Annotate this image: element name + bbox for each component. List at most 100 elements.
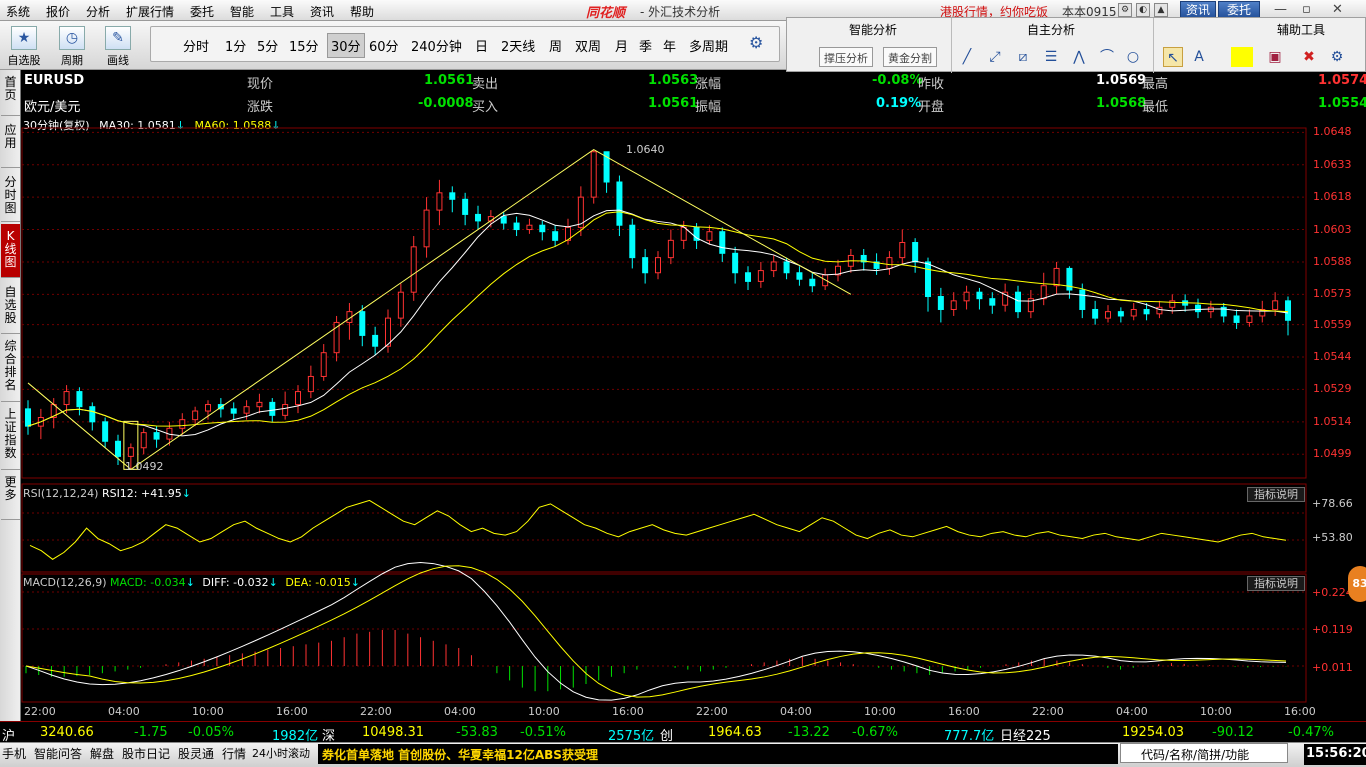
skin-icon[interactable]: ◐ xyxy=(1136,3,1150,17)
sidebar-intraday[interactable]: 分时图 xyxy=(1,170,20,222)
analysis-panel: 智能分析 自主分析 辅助工具 撑压分析 黄金分割 ╱ ⤢ ⧄ ☰ ⋀ ⌒ ○ ↖… xyxy=(786,17,1366,73)
period-2day[interactable]: 2天线 xyxy=(501,36,535,55)
maximize-icon[interactable]: ▫ xyxy=(1302,2,1311,17)
config-icon[interactable]: ⚙ xyxy=(1327,47,1347,67)
news-marquee[interactable]: 券化首单落地 首创股份、华夏幸福12亿ABS获受理 xyxy=(318,744,1118,764)
period-30m[interactable]: 30分 xyxy=(327,33,365,58)
fib-tool-icon[interactable]: ☰ xyxy=(1041,47,1061,67)
text-tool-icon[interactable]: A xyxy=(1189,47,1209,67)
watchlist-tool[interactable]: ★ 自选股 xyxy=(6,24,42,67)
market-link[interactable]: 行情 xyxy=(222,745,246,762)
candle-body xyxy=(166,427,173,440)
sidebar-kline[interactable]: K线图 xyxy=(1,224,20,278)
menu-quote[interactable]: 报价 xyxy=(46,3,70,20)
menu-news[interactable]: 资讯 xyxy=(310,3,334,20)
sidebar-apps[interactable]: 应用 xyxy=(1,118,20,168)
sidebar-watchlist[interactable]: 自选股 xyxy=(1,280,20,334)
period-240m[interactable]: 240分钟 xyxy=(411,36,462,55)
candle-body xyxy=(925,261,931,298)
clock: 15:56:20 xyxy=(1304,744,1366,765)
color-picker-icon[interactable] xyxy=(1231,47,1253,67)
price-tick-label: 1.0559 xyxy=(1313,317,1352,331)
candle-body xyxy=(205,404,211,412)
candle-body xyxy=(616,181,623,226)
candle-body xyxy=(976,291,983,300)
mobile-link[interactable]: 手机 xyxy=(2,745,26,762)
golden-section-button[interactable]: 黄金分割 xyxy=(883,47,937,67)
diary-link[interactable]: 股市日记 xyxy=(122,745,170,762)
menu-analysis[interactable]: 分析 xyxy=(86,3,110,20)
arc-tool-icon[interactable]: ⌒ xyxy=(1097,47,1117,67)
candle-body xyxy=(282,404,289,416)
save-icon[interactable]: ▣ xyxy=(1265,47,1285,67)
draw-tool[interactable]: ✎ 画线 xyxy=(100,24,136,67)
candle-body xyxy=(963,291,970,302)
channel-tool-icon[interactable]: ⧄ xyxy=(1013,47,1033,67)
menu-tools[interactable]: 工具 xyxy=(270,3,294,20)
period-quarter[interactable]: 季 xyxy=(639,36,652,55)
search-input[interactable]: 代码/名称/简拼/功能 xyxy=(1120,743,1288,763)
candle-body xyxy=(230,408,237,414)
candle-body xyxy=(115,440,121,457)
period-2week[interactable]: 双周 xyxy=(575,36,601,55)
user-icon[interactable]: ⚙ xyxy=(1118,3,1132,17)
rolling-news-link[interactable]: 24小时滚动 xyxy=(252,745,310,761)
kline-chart[interactable] xyxy=(0,0,1366,767)
period-fenshi[interactable]: 分时 xyxy=(183,36,209,55)
menu-smart[interactable]: 智能 xyxy=(230,3,254,20)
wave-tool-icon[interactable]: ⋀ xyxy=(1069,47,1089,67)
menu-trade[interactable]: 委托 xyxy=(190,3,214,20)
close-icon[interactable]: ✕ xyxy=(1332,2,1343,17)
smart-analysis-header: 智能分析 xyxy=(849,23,898,37)
period-day[interactable]: 日 xyxy=(475,36,488,55)
menu-help[interactable]: 帮助 xyxy=(350,3,374,20)
period-60m[interactable]: 60分 xyxy=(369,36,399,55)
rsi-indicator-help-button[interactable]: 指标说明 xyxy=(1247,487,1305,502)
settings-icon[interactable]: ⚙ xyxy=(749,33,763,52)
self-analysis-header: 自主分析 xyxy=(1027,23,1076,37)
menu-system[interactable]: 系统 xyxy=(6,3,30,20)
sidebar-ranking[interactable]: 综合排名 xyxy=(1,336,20,402)
cursor-icon[interactable]: ↖ xyxy=(1163,47,1183,67)
time-tick-label: 16:00 xyxy=(276,705,308,718)
support-resistance-button[interactable]: 撑压分析 xyxy=(819,47,873,67)
commentary-link[interactable]: 解盘 xyxy=(90,745,114,762)
candle-body xyxy=(513,222,520,231)
line-tool-icon[interactable]: ╱ xyxy=(957,47,977,67)
candle-body xyxy=(757,270,764,282)
period-multi[interactable]: 多周期 xyxy=(689,36,728,55)
sidebar-home[interactable]: 首页 xyxy=(1,72,20,116)
period-tool[interactable]: ◷ 周期 xyxy=(54,24,90,67)
period-month[interactable]: 月 xyxy=(615,36,628,55)
open-price: 1.0568 xyxy=(1096,96,1147,111)
candle-body xyxy=(719,231,726,254)
delete-icon[interactable]: ✖ xyxy=(1299,47,1319,67)
period-year[interactable]: 年 xyxy=(663,36,676,55)
change-pct: -0.08% xyxy=(872,73,923,88)
candle-body xyxy=(1156,306,1163,315)
candle-body xyxy=(423,209,430,248)
candle-body xyxy=(680,226,687,241)
macd-indicator-help-button[interactable]: 指标说明 xyxy=(1247,576,1305,591)
period-1m[interactable]: 1分 xyxy=(225,36,246,55)
notification-badge[interactable]: 83 xyxy=(1348,566,1366,602)
candle-body xyxy=(102,421,109,442)
period-week[interactable]: 周 xyxy=(549,36,562,55)
shirt-icon[interactable]: ▲ xyxy=(1154,3,1168,17)
ray-tool-icon[interactable]: ⤢ xyxy=(985,47,1005,67)
period-5m[interactable]: 5分 xyxy=(257,36,278,55)
menu-extended[interactable]: 扩展行情 xyxy=(126,3,174,20)
candle-body xyxy=(590,151,597,198)
smart-qa-link[interactable]: 智能问答 xyxy=(34,745,82,762)
sidebar-sh-index[interactable]: 上证指数 xyxy=(1,404,20,470)
circle-tool-icon[interactable]: ○ xyxy=(1123,47,1143,67)
brand-logo: 同花顺 xyxy=(586,6,626,21)
candle-body xyxy=(552,231,559,241)
candle-body xyxy=(410,246,417,293)
sidebar-more[interactable]: 更多 xyxy=(1,472,20,520)
period-15m[interactable]: 15分 xyxy=(289,36,319,55)
guling-link[interactable]: 股灵通 xyxy=(178,745,214,762)
minimize-icon[interactable]: — xyxy=(1274,2,1287,17)
candle-body xyxy=(1092,308,1099,319)
low-price: 1.0554 xyxy=(1318,96,1366,111)
